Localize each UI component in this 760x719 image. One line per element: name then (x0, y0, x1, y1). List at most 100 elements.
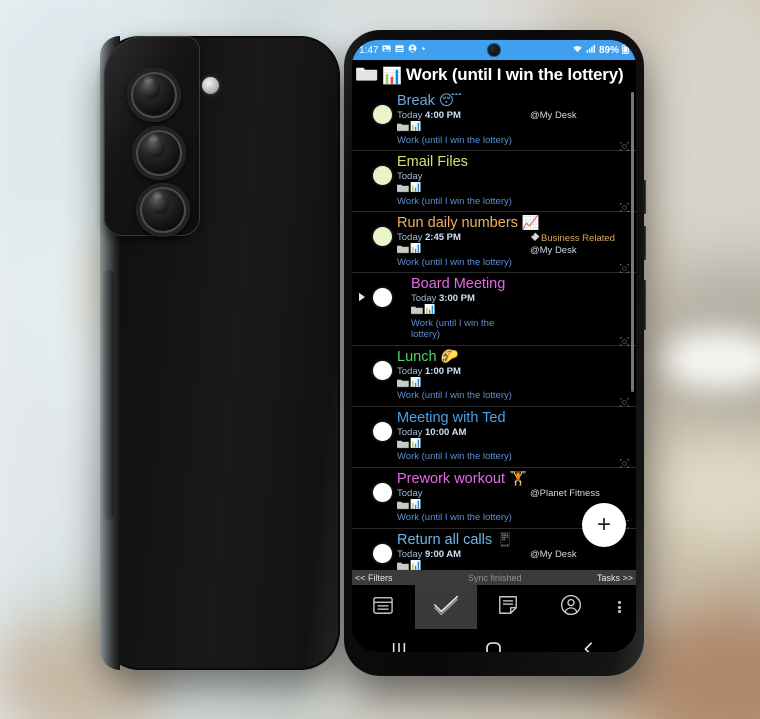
volume-up-button[interactable] (643, 180, 646, 214)
contact-icon (408, 44, 417, 56)
toolbar-item-notes[interactable] (477, 585, 540, 629)
chart-emoji-icon: 📊 (382, 65, 402, 85)
overflow-menu-icon[interactable] (602, 585, 636, 629)
folder-icon (396, 122, 410, 135)
folder-icon (410, 305, 424, 318)
filters-link[interactable]: << Filters (355, 573, 393, 583)
app-title-bar: 📊 Work (until I win the lottery) (352, 60, 636, 90)
task-expand-toggle (356, 154, 367, 170)
task-emoji-icon: 📈 (521, 215, 540, 231)
volume-down-button[interactable] (643, 226, 646, 260)
task-meta-left: Today 📊 Work (until I win the lottery) (396, 171, 524, 207)
task-folder: 📊 Work (until I win the lottery) (396, 183, 524, 207)
task-drag-handle[interactable] (620, 199, 629, 212)
task-drag-handle[interactable] (620, 333, 629, 346)
list-scrollbar[interactable] (631, 92, 634, 392)
status-bar: 1:47 89% (352, 40, 636, 60)
task-folder: 📊 Work (until I win the lottery) (396, 499, 524, 524)
camera-lens-1 (127, 68, 181, 122)
task-body: Board Meeting Today 3:00 PM 📊 Work (until I… (397, 276, 622, 341)
task-row[interactable]: Board Meeting Today 3:00 PM 📊 Work (until I… (352, 273, 636, 346)
camera-lens-2 (132, 126, 186, 180)
task-row[interactable]: Break 😴 Today 4:00 PM 📊 Work (until I win t… (352, 90, 636, 151)
page-title: Work (until I win the lottery) (405, 65, 624, 84)
task-meta-right: Business Related @My Desk (530, 232, 622, 268)
task-expand-toggle (356, 349, 367, 365)
status-strip: << Filters Sync finished Tasks >> (352, 570, 636, 585)
task-context: @My Desk (530, 110, 577, 121)
folder-icon (396, 500, 410, 513)
task-folder-name: Work (until I win the lottery) (397, 512, 512, 523)
add-task-fab[interactable]: + (582, 503, 626, 547)
task-drag-handle[interactable] (620, 394, 629, 407)
task-due-date: Today (397, 487, 423, 499)
front-camera-punch-hole (488, 44, 500, 56)
task-checkbox[interactable] (372, 288, 392, 307)
task-drag-handle[interactable] (620, 455, 629, 468)
image-icon (382, 44, 392, 56)
task-context: @My Desk (530, 245, 577, 256)
task-due-date: Today 10:00 AM (397, 426, 467, 438)
task-body: Email Files Today 📊 Work (until I win the l… (396, 154, 622, 207)
task-checkbox-wrap[interactable] (367, 215, 397, 246)
calendar-icon (395, 44, 405, 56)
task-checkbox[interactable] (372, 360, 392, 380)
task-drag-handle[interactable] (620, 260, 629, 273)
task-folder-name: Work (until I win the lottery) (397, 134, 512, 146)
tasks-link[interactable]: Tasks >> (597, 573, 633, 583)
task-due-date: Today (397, 171, 423, 182)
battery-icon (622, 43, 629, 57)
camera-flash (202, 77, 219, 94)
task-meta: Today 10:00 AM 📊 Work (until I win the lot… (396, 426, 622, 463)
task-meta-left: Today 3:00 PM 📊 Work (until I win the lott… (410, 293, 524, 341)
task-body: Break 😴 Today 4:00 PM 📊 Work (until I win t… (396, 93, 622, 146)
task-meta-left: Today 4:00 PM 📊 Work (until I win the lott… (396, 110, 524, 146)
task-checkbox-wrap[interactable] (367, 154, 397, 185)
note-icon (498, 595, 518, 620)
task-meta: Today 2:45 PM 📊 Work (until I win the lott… (396, 232, 622, 268)
toolbar-item-calendar[interactable] (352, 585, 415, 629)
chevron-right-icon (358, 292, 366, 302)
task-checkbox[interactable] (372, 166, 392, 185)
screenshot-stage: 1:47 89% 📊 Work (until I win the lottery… (0, 0, 760, 719)
task-row[interactable]: Email Files Today 📊 Work (until I win the l… (352, 151, 636, 212)
task-checkbox[interactable] (372, 105, 392, 124)
back-icon[interactable] (559, 629, 619, 652)
task-meta-right: @My Desk (530, 110, 622, 146)
chart-emoji-icon: 📊 (410, 499, 422, 510)
task-row[interactable]: Lunch 🌮 Today 1:00 PM 📊 Work (until I win t… (352, 346, 636, 407)
folder-icon (355, 64, 378, 87)
task-emoji-icon: 📱 (496, 531, 515, 548)
task-due-time: 10:00 AM (425, 426, 467, 438)
power-button[interactable] (643, 280, 646, 330)
task-list[interactable]: Break 😴 Today 4:00 PM 📊 Work (until I win t… (352, 90, 636, 585)
task-checkbox-wrap[interactable] (367, 276, 397, 307)
account-icon (560, 594, 582, 621)
task-meta-left: Today 1:00 PM 📊 Work (until I win the lott… (396, 365, 524, 402)
task-row[interactable]: Meeting with Ted Today 10:00 AM 📊 Work (unt… (352, 407, 636, 468)
task-due-date: Today 1:00 PM (397, 365, 461, 377)
task-checkbox-wrap[interactable] (367, 471, 397, 502)
recents-icon[interactable] (369, 629, 429, 652)
task-checkbox-wrap[interactable] (367, 349, 397, 380)
task-expand-toggle[interactable] (356, 276, 367, 302)
task-body: Run daily numbers 📈 Today 2:45 PM 📊 Work (u… (396, 215, 622, 268)
task-meta-right (530, 427, 622, 463)
wifi-icon (572, 44, 583, 56)
phone-screen: 1:47 89% 📊 Work (until I win the lottery… (352, 40, 636, 652)
task-checkbox[interactable] (372, 543, 392, 563)
task-drag-handle[interactable] (620, 138, 629, 151)
task-row[interactable]: Run daily numbers 📈 Today 2:45 PM 📊 Work (u… (352, 212, 636, 273)
toolbar-item-tasks[interactable] (414, 585, 477, 629)
task-body: Meeting with Ted Today 10:00 AM 📊 Work (unt… (396, 410, 622, 463)
task-checkbox[interactable] (372, 482, 392, 502)
battery-percent: 89% (598, 44, 619, 56)
task-checkbox-wrap[interactable] (367, 410, 397, 441)
toolbar-item-account[interactable] (540, 585, 603, 629)
task-checkbox-wrap[interactable] (367, 93, 397, 124)
home-icon[interactable] (464, 629, 524, 652)
task-checkbox[interactable] (372, 421, 392, 441)
task-checkbox-wrap[interactable] (367, 532, 397, 563)
task-checkbox[interactable] (372, 227, 392, 246)
task-expand-toggle (356, 532, 367, 548)
